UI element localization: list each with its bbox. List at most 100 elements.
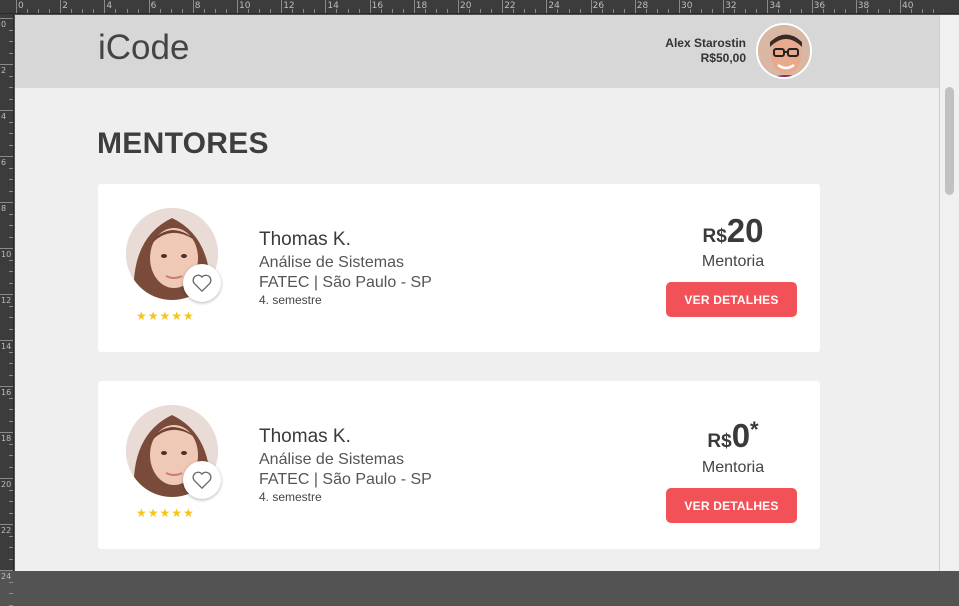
ruler-tick (645, 9, 647, 13)
mentor-school: FATEC | São Paulo - SP (259, 471, 432, 488)
ruler-tick (237, 0, 238, 13)
ruler-tick (712, 9, 714, 13)
ruler-tick (104, 0, 106, 13)
user-name[interactable]: Alex Starostin (665, 36, 746, 51)
ruler-tick (170, 9, 172, 13)
price-currency: R$ (702, 226, 727, 247)
ruler-tick (634, 0, 636, 13)
ruler-tick (0, 248, 13, 249)
ruler-tick (369, 0, 371, 13)
ruler-tick (502, 0, 504, 13)
ruler-tick (590, 0, 592, 13)
ruler-tick (9, 75, 13, 77)
ruler-tick (159, 9, 161, 13)
ruler-tick (303, 9, 305, 13)
scrollbar-track[interactable] (939, 15, 959, 571)
ruler-tick (734, 9, 736, 13)
ruler-tick (811, 0, 813, 13)
ruler-tick (9, 167, 13, 169)
ruler-tick (9, 98, 13, 100)
ruler-tick (679, 0, 680, 13)
ruler-tick (27, 9, 29, 13)
ruler-tick (9, 225, 13, 226)
ruler-tick (9, 41, 13, 42)
ruler-tick (336, 9, 338, 13)
ruler-tick (9, 133, 13, 134)
ruler-tick (535, 9, 537, 13)
ruler-tick (9, 593, 13, 594)
ruler-tick (546, 0, 548, 13)
ruler-tick (855, 0, 857, 13)
ruler-tick (778, 9, 780, 13)
mentor-name[interactable]: Thomas K. (259, 229, 351, 251)
ruler-tick (0, 478, 13, 479)
ruler-tick (690, 9, 692, 13)
ruler-tick (9, 190, 13, 192)
ruler-tick (0, 294, 13, 295)
ruler-tick (789, 9, 791, 13)
scrollbar-thumb[interactable] (945, 87, 954, 195)
ruler-tick (248, 9, 250, 13)
favorite-button[interactable] (183, 264, 221, 302)
ruler-label: 16 (1, 388, 12, 397)
ruler-tick (60, 0, 62, 13)
ruler-tick (612, 9, 614, 13)
ruler-tick (9, 466, 13, 468)
heart-outline-icon (192, 274, 212, 293)
ruler-tick (9, 305, 13, 307)
mentor-name[interactable]: Thomas K. (259, 426, 351, 448)
ruler-tick (877, 9, 879, 13)
ruler-vertical: 0 2 4 6 8 10 12 14 16 18 20 22 24 (0, 14, 14, 606)
ruler-label: 10 (1, 250, 12, 259)
mentor-course: Análise de Sistemas (259, 451, 404, 468)
user-avatar[interactable] (756, 23, 812, 79)
mentor-price: R$0* (668, 417, 798, 455)
ruler-tick (270, 9, 272, 13)
price-type: Mentoria (701, 459, 765, 476)
ruler-tick (9, 455, 13, 456)
ruler-label: 12 (1, 296, 12, 305)
ruler-tick (458, 0, 459, 13)
ruler-tick (601, 9, 603, 13)
ruler-label: 22 (1, 526, 12, 535)
ruler-label: 24 (1, 572, 12, 581)
ruler-horizontal: 0 2 4 6 8 10 12 14 16 18 20 22 24 26 28 30 32 34 36 38 40 (0, 0, 959, 14)
ruler-tick (380, 9, 382, 13)
ruler-tick (9, 409, 13, 410)
ruler-tick (9, 87, 13, 88)
app-logo[interactable]: iCode (98, 28, 189, 68)
ruler-tick (435, 9, 437, 13)
ruler-tick (822, 9, 824, 13)
mentor-school: FATEC | São Paulo - SP (259, 274, 432, 291)
ruler-tick (181, 9, 183, 13)
ruler-tick (446, 9, 448, 13)
ruler-tick (148, 0, 150, 13)
ruler-tick (9, 443, 13, 445)
favorite-button[interactable] (183, 461, 221, 499)
ruler-tick (192, 0, 194, 13)
view-details-button[interactable]: VER DETALHES (666, 488, 797, 523)
ruler-tick (0, 110, 13, 111)
ruler-tick (0, 18, 13, 19)
ruler-tick (9, 317, 13, 318)
ruler-tick (9, 420, 13, 422)
ruler-tick (9, 179, 13, 180)
ruler-label: 0 (1, 20, 7, 29)
ruler-tick (623, 9, 625, 13)
ruler-tick (480, 9, 482, 13)
price-amount: 0 (731, 417, 751, 454)
ruler-tick (9, 558, 13, 560)
ruler-tick (0, 64, 13, 65)
ruler-tick (314, 9, 316, 13)
ruler-tick (568, 9, 570, 13)
ruler-label: 8 (194, 1, 201, 11)
mentor-semester: 4. semestre (259, 293, 322, 307)
view-details-button[interactable]: VER DETALHES (666, 282, 797, 317)
app-header: iCode Alex Starostin R$50,00 (15, 15, 939, 88)
ruler-tick (49, 9, 51, 13)
ruler-label: 6 (1, 158, 7, 167)
ruler-tick (0, 432, 13, 433)
ruler-tick (9, 144, 13, 146)
ruler-tick (82, 9, 84, 13)
ruler-tick (9, 236, 13, 238)
